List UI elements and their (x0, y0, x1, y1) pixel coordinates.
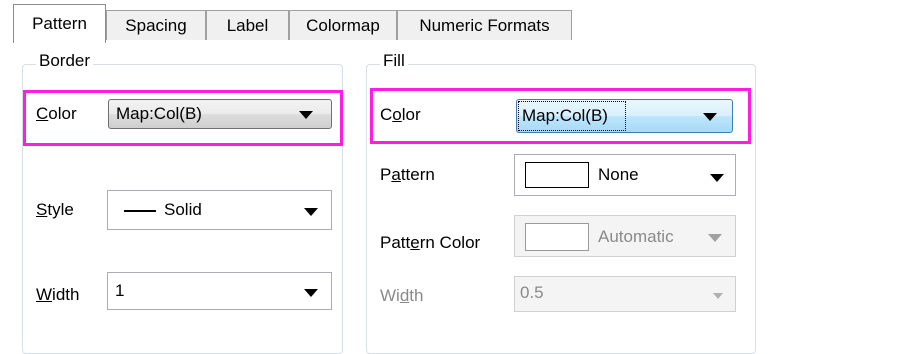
fill-color-dropdown[interactable]: Map:Col(B) (516, 99, 733, 133)
fill-color-label-pre: C (380, 105, 393, 124)
tab-pattern[interactable]: Pattern (13, 4, 106, 43)
fill-pattern-color-dropdown[interactable]: Automatic (514, 215, 736, 257)
border-width-value: 1 (115, 281, 125, 300)
pattern-swatch (525, 162, 589, 188)
pattern-color-swatch (525, 223, 589, 251)
fill-width-label-pre: Wi (380, 286, 400, 305)
tab-pattern-label: Pattern (32, 14, 87, 33)
tab-spacing-label: Spacing (125, 15, 187, 35)
solid-line-icon (124, 210, 156, 212)
fill-width-dropdown[interactable]: 0.5 (514, 276, 736, 312)
border-width-dropdown[interactable]: 1 (107, 272, 332, 310)
border-style-label-accel: S (36, 200, 48, 219)
border-style-dropdown[interactable]: Solid (107, 190, 332, 230)
border-style-label-rest: tyle (47, 200, 74, 219)
fill-pattern-label-rest: ttern (400, 165, 435, 184)
fill-width-label-accel: d (399, 286, 410, 305)
fill-width-label-rest: th (409, 286, 424, 305)
border-width-label: Width (36, 285, 79, 305)
chevron-down-icon (304, 208, 318, 216)
fill-pattern-label: Pattern (380, 165, 435, 185)
tab-colormap[interactable]: Colormap (289, 10, 397, 40)
tab-strip: Pattern Spacing Label Colormap Numeric F… (0, 0, 898, 43)
chevron-down-icon (708, 234, 722, 242)
fill-group-title: Fill (380, 51, 408, 71)
border-width-label-accel: W (36, 285, 53, 304)
fill-color-label-accel: o (392, 105, 402, 124)
fill-pattern-label-pre: P (380, 165, 392, 184)
chevron-down-icon (703, 113, 717, 121)
border-width-label-rest: idth (52, 285, 80, 304)
fill-pattern-color-label-accel: e (410, 233, 420, 252)
border-color-dropdown[interactable]: Map:Col(B) (108, 99, 332, 129)
fill-pattern-dropdown[interactable]: None (514, 154, 736, 196)
chevron-down-icon (304, 289, 318, 297)
tab-numeric-formats[interactable]: Numeric Formats (397, 10, 572, 40)
tab-label-label: Label (226, 15, 269, 35)
pattern-tab-panel: Border Color Map:Col(B) Style Solid Widt… (0, 42, 898, 354)
fill-width-label: Width (380, 286, 423, 306)
fill-width-value: 0.5 (520, 283, 544, 302)
tab-label[interactable]: Label (206, 10, 289, 40)
border-style-value: Solid (164, 200, 202, 219)
tab-colormap-label: Colormap (306, 15, 380, 35)
fill-pattern-color-label: Pattern Color (380, 233, 480, 253)
fill-color-label: Color (380, 105, 421, 125)
chevron-down-icon (713, 293, 723, 299)
fill-color-value: Map:Col(B) (522, 106, 608, 125)
border-color-label-rest: olor (48, 104, 77, 123)
fill-pattern-color-label-pre: Patt (380, 233, 411, 252)
fill-pattern-color-label-rest: rn Color (419, 233, 481, 252)
fill-pattern-label-accel: a (391, 165, 401, 184)
chevron-down-icon (710, 174, 724, 182)
chevron-down-icon (299, 111, 313, 119)
fill-pattern-value: None (598, 165, 639, 184)
fill-pattern-color-value: Automatic (598, 227, 674, 246)
border-color-label-accel: C (36, 104, 49, 123)
border-color-label: Color (36, 104, 77, 124)
tab-spacing[interactable]: Spacing (106, 10, 206, 40)
fill-color-label-rest: lor (401, 105, 421, 124)
border-color-value: Map:Col(B) (116, 104, 202, 123)
border-group-title: Border (36, 51, 94, 71)
tab-numeric-formats-label: Numeric Formats (419, 15, 550, 35)
border-style-label: Style (36, 200, 74, 220)
